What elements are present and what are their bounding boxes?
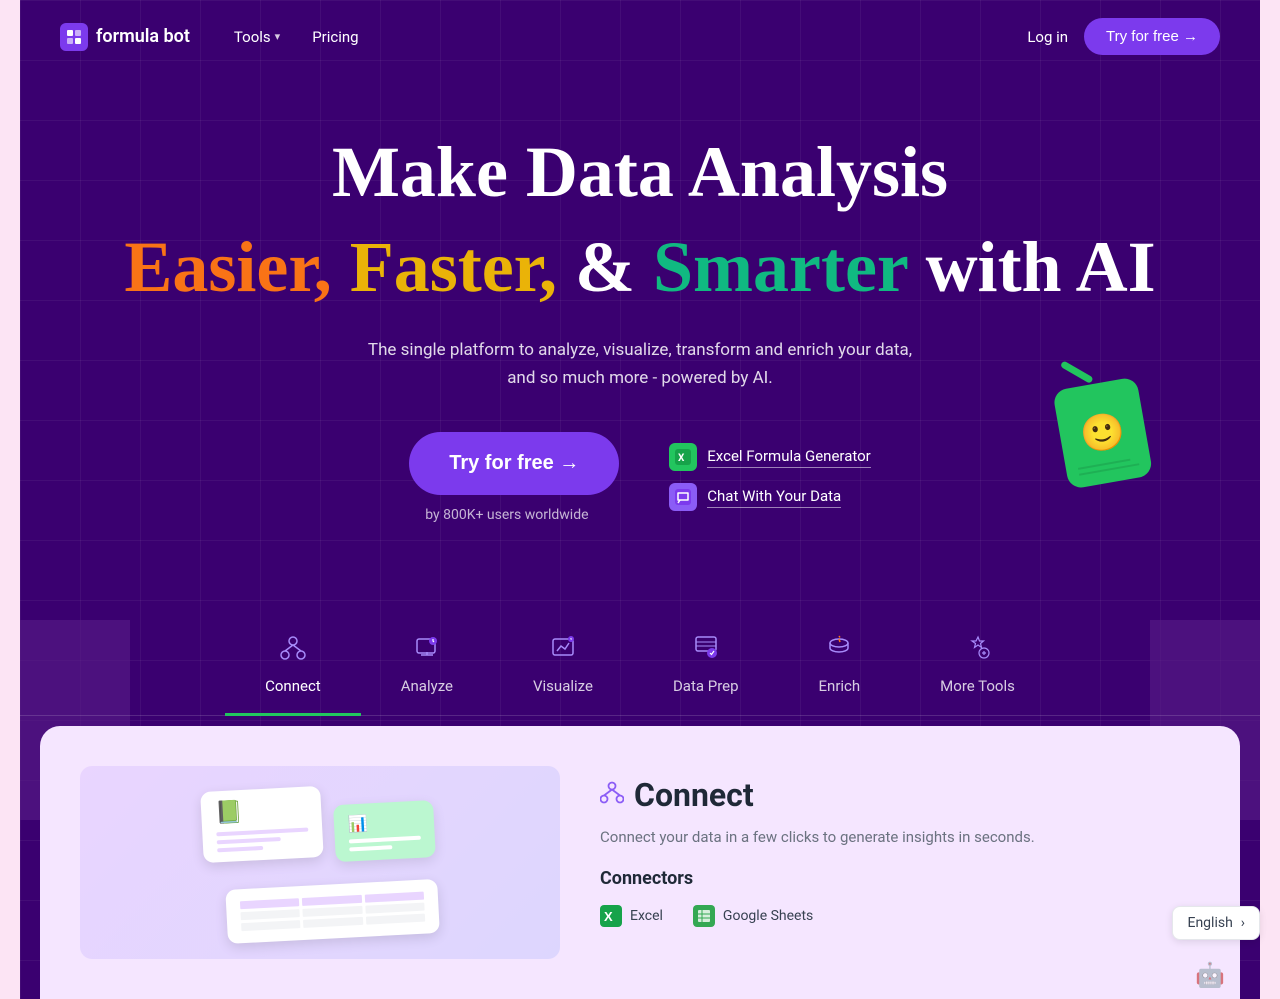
chat-icon (669, 483, 697, 511)
hero-word-easier: Easier, (124, 227, 331, 307)
connect-header: Connect (600, 776, 1200, 814)
navbar: formula bot Tools ▾ Pricing Log in Try f… (20, 0, 1260, 73)
hero-word-faster: Faster, (350, 227, 557, 307)
connector-google-sheets[interactable]: Google Sheets (693, 905, 813, 927)
nav-links: Tools ▾ Pricing (220, 20, 1027, 54)
nav-try-free-button[interactable]: Try for free → (1084, 18, 1220, 55)
chat-data-label: Chat With Your Data (707, 487, 841, 508)
excel-connector-label: Excel (630, 908, 663, 924)
visualize-tab-icon (549, 633, 577, 667)
cta-area: Try for free → by 800K+ users worldwide … (60, 432, 1220, 523)
logo-text: formula bot (96, 26, 190, 47)
google-sheets-icon (693, 905, 715, 927)
hero-title-line1: Make Data Analysis (60, 133, 1220, 212)
connectors-label: Connectors (600, 868, 1200, 889)
users-text: by 800K+ users worldwide (425, 507, 588, 523)
tab-analyze[interactable]: Analyze (361, 613, 493, 715)
excel-formula-link[interactable]: X Excel Formula Generator (669, 443, 870, 471)
language-label: English (1187, 915, 1232, 931)
nav-right: Log in Try for free → (1027, 18, 1220, 55)
data-prep-tab-icon (692, 633, 720, 667)
tab-analyze-label: Analyze (401, 677, 453, 695)
language-selector[interactable]: English › (1172, 906, 1260, 940)
tab-more-tools[interactable]: More Tools (900, 613, 1055, 715)
pricing-nav-link[interactable]: Pricing (298, 20, 372, 54)
tab-visualize-label: Visualize (533, 677, 593, 695)
svg-text:X: X (604, 909, 613, 924)
excel-icon: X (669, 443, 697, 471)
logo[interactable]: formula bot (60, 23, 190, 51)
hero-subtitle: Easier, Faster, & Smarter with AI (60, 228, 1220, 307)
connector-excel[interactable]: X Excel (600, 905, 663, 927)
hero-word-smarter: Smarter (653, 227, 908, 307)
login-link[interactable]: Log in (1027, 28, 1068, 46)
more-tools-tab-icon (964, 633, 992, 667)
cta-left: Try for free → by 800K+ users worldwide (409, 432, 619, 523)
connector-items: X Excel Google (600, 905, 1200, 927)
tab-visualize[interactable]: Visualize (493, 613, 633, 715)
quick-links: X Excel Formula Generator Chat With Your… (669, 443, 870, 511)
tab-data-prep[interactable]: Data Prep (633, 613, 779, 715)
main-container: formula bot Tools ▾ Pricing Log in Try f… (20, 0, 1260, 999)
chevron-right-icon: › (1241, 915, 1245, 931)
tab-more-tools-label: More Tools (940, 677, 1015, 695)
tab-enrich-label: Enrich (819, 677, 861, 695)
hero-try-free-button[interactable]: Try for free → (409, 432, 619, 495)
chat-data-link[interactable]: Chat With Your Data (669, 483, 870, 511)
hero-description: The single platform to analyze, visualiz… (360, 337, 920, 391)
connect-illustration: 📗 📊 (80, 766, 560, 959)
chevron-down-icon: ▾ (275, 30, 281, 43)
tab-data-prep-label: Data Prep (673, 677, 739, 695)
connect-content: Connect Connect your data in a few click… (600, 766, 1200, 959)
enrich-tab-icon (825, 633, 853, 667)
connect-tab-icon (279, 633, 307, 667)
tab-enrich[interactable]: Enrich (779, 613, 901, 715)
analyze-tab-icon (413, 633, 441, 667)
logo-icon (60, 23, 88, 51)
svg-text:X: X (678, 453, 685, 464)
google-sheets-label: Google Sheets (723, 908, 813, 924)
hero-with-ai: with AI (926, 227, 1156, 307)
tools-tabs: Connect Analyze (20, 613, 1260, 716)
connect-section: 📗 📊 (40, 726, 1240, 999)
hero-amp: & (575, 227, 653, 307)
connect-title: Connect (634, 776, 754, 814)
excel-formula-label: Excel Formula Generator (707, 447, 870, 468)
tab-connect[interactable]: Connect (225, 613, 361, 715)
tools-nav-link[interactable]: Tools ▾ (220, 20, 294, 54)
connect-description: Connect your data in a few clicks to gen… (600, 826, 1200, 849)
excel-connector-icon: X (600, 905, 622, 927)
tab-connect-label: Connect (265, 677, 321, 695)
mascot: 🙂 (1060, 380, 1180, 510)
connect-section-icon (600, 780, 624, 810)
